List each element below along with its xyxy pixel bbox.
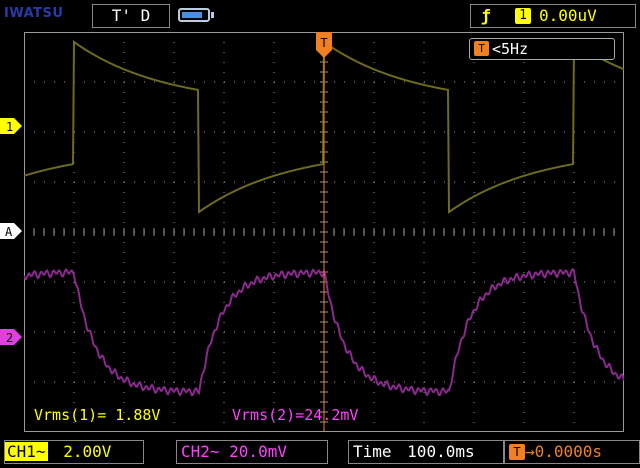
oscilloscope-screen: IWATSU T' D ƒ 1 0.00uV T 1 A 2 T <5Hz Vr… xyxy=(0,0,640,468)
ch2-settings[interactable]: CH2~ 20.0mV xyxy=(176,440,328,464)
trigger-position-marker[interactable]: T xyxy=(316,32,332,58)
timebase-label: Time xyxy=(353,442,392,461)
rising-edge-icon: ƒ xyxy=(481,6,491,25)
waveform-plot xyxy=(24,32,624,432)
math-marker[interactable]: A xyxy=(0,223,22,239)
status-bar: IWATSU T' D ƒ 1 0.00uV xyxy=(0,0,640,30)
trigger-offset-value: →0.0000s xyxy=(525,442,603,461)
ch1-settings[interactable]: CH1~ 2.00V xyxy=(4,440,144,464)
math-marker-label: A xyxy=(5,225,13,239)
trigger-badge: T xyxy=(474,41,489,56)
ch1-volts-per-div: 2.00V xyxy=(63,442,112,461)
trigger-offset[interactable]: T →0.0000s xyxy=(504,440,640,464)
trigger-source-badge: 1 xyxy=(515,8,531,24)
trigger-settings[interactable]: ƒ 1 0.00uV xyxy=(470,4,636,28)
acquisition-state[interactable]: T' D xyxy=(92,4,170,28)
trigger-level: 0.00uV xyxy=(539,6,597,25)
settings-bar: CH1~ 2.00V CH2~ 20.0mV Time 100.0ms T →0.… xyxy=(0,436,640,468)
ch2-marker[interactable]: 2 xyxy=(0,329,22,345)
ch2-marker-label: 2 xyxy=(6,331,13,345)
brand-logo: IWATSU xyxy=(4,6,64,21)
ch2-rms-measurement: Vrms(2)=24.2mV xyxy=(232,406,359,424)
trigger-marker-label: T xyxy=(320,36,327,50)
ch1-tag-text: CH1 xyxy=(7,442,36,461)
ch1-tag: CH1~ xyxy=(5,442,48,461)
ch1-coupling-icon: ~ xyxy=(35,442,46,461)
timebase-value: 100.0ms xyxy=(407,442,475,461)
ch1-rms-measurement: Vrms(1)= 1.88V xyxy=(34,406,161,424)
trigger-offset-badge: T xyxy=(509,444,525,460)
ch1-marker-label: 1 xyxy=(6,120,13,134)
ch1-marker[interactable]: 1 xyxy=(0,118,22,134)
frequency-counter: T <5Hz xyxy=(469,38,615,60)
battery-icon xyxy=(178,8,214,22)
frequency-value: <5Hz xyxy=(492,40,529,58)
timebase-settings[interactable]: Time 100.0ms xyxy=(348,440,504,464)
